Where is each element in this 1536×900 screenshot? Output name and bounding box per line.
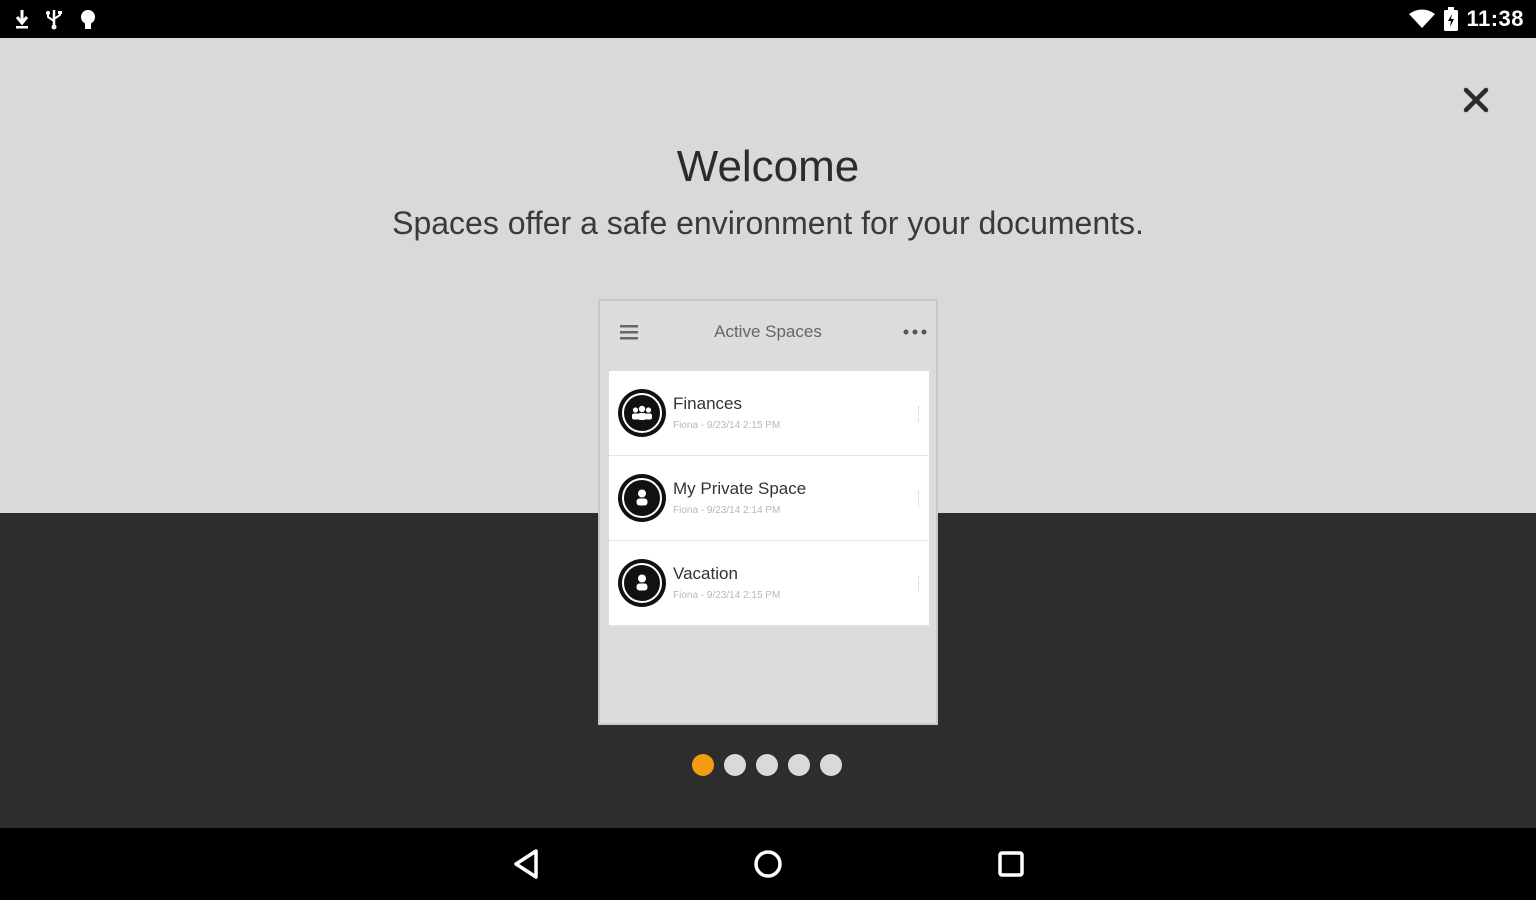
group-icon <box>618 389 666 437</box>
preview-space-list: Finances Fiona - 9/23/14 2:15 PM My Priv… <box>609 371 929 626</box>
space-name: My Private Space <box>673 479 807 498</box>
download-icon <box>14 8 30 30</box>
navigation-bar <box>0 828 1536 900</box>
space-meta: Fiona - 9/23/14 2:15 PM <box>673 420 781 431</box>
recent-apps-button[interactable] <box>993 846 1029 882</box>
home-button[interactable] <box>750 846 786 882</box>
close-button[interactable] <box>1456 80 1496 120</box>
welcome-title: Welcome <box>676 142 860 191</box>
preview-header-title: Active Spaces <box>714 322 822 341</box>
page-dot-2[interactable] <box>724 754 746 776</box>
debug-icon <box>78 8 98 30</box>
welcome-subtitle: Spaces offer a safe environment for your… <box>392 205 1144 241</box>
status-notification-icons <box>14 6 98 32</box>
page-dot-3[interactable] <box>756 754 778 776</box>
drag-handle-icon <box>918 576 921 592</box>
close-icon <box>1463 87 1489 113</box>
back-icon <box>514 849 538 879</box>
page-dot-4[interactable] <box>788 754 810 776</box>
status-system-icons: 11:38 <box>1408 4 1524 34</box>
recent-apps-icon <box>998 851 1024 877</box>
list-item: Finances Fiona - 9/23/14 2:15 PM <box>609 371 929 456</box>
person-icon <box>618 474 666 522</box>
preview-header: Active Spaces <box>600 301 936 367</box>
app-preview-screenshot: Active Spaces Finances Fiona - 9/23/14 2… <box>598 299 938 725</box>
list-item: My Private Space Fiona - 9/23/14 2:14 PM <box>609 456 929 541</box>
space-meta: Fiona - 9/23/14 2:15 PM <box>673 590 781 601</box>
wifi-icon <box>1408 8 1436 30</box>
usb-icon <box>44 8 64 30</box>
page-dot-5[interactable] <box>820 754 842 776</box>
person-icon <box>618 559 666 607</box>
status-bar: 11:38 <box>0 0 1536 38</box>
space-meta: Fiona - 9/23/14 2:14 PM <box>673 505 781 516</box>
space-name: Vacation <box>673 564 738 583</box>
back-button[interactable] <box>508 846 544 882</box>
drag-handle-icon <box>918 491 921 507</box>
more-options-icon <box>900 321 930 343</box>
battery-icon <box>1444 7 1459 31</box>
drag-handle-icon <box>918 406 921 422</box>
status-time: 11:38 <box>1466 6 1524 31</box>
page-indicator <box>692 754 842 776</box>
home-icon <box>754 850 782 878</box>
list-item: Vacation Fiona - 9/23/14 2:15 PM <box>609 541 929 626</box>
page-dot-1[interactable] <box>692 754 714 776</box>
space-name: Finances <box>673 394 742 413</box>
